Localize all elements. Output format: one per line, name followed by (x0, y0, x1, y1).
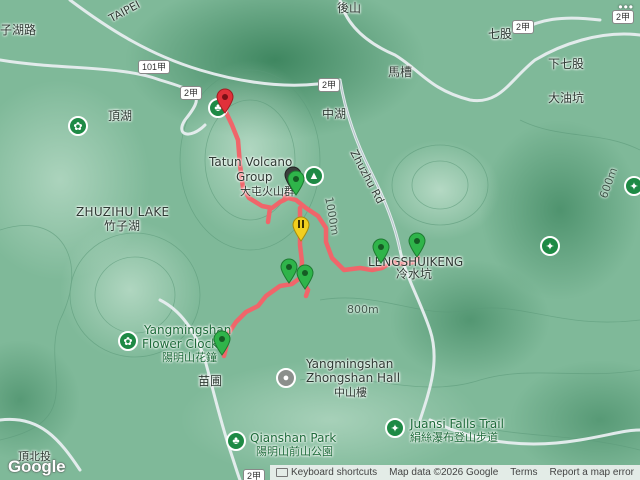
hiker-icon[interactable]: ✦ (540, 236, 560, 256)
tree-icon[interactable]: ♣ (226, 431, 246, 451)
label-macao: 馬槽 (388, 65, 413, 79)
map-data-attribution: Map data ©2026 Google (389, 467, 499, 478)
report-error-link[interactable]: Report a map error (544, 467, 640, 478)
label-miaopu: 苗圃 (198, 374, 223, 388)
label-juansi-falls: Juansi Falls Trail (410, 417, 504, 431)
park-flower-icon[interactable]: ✿ (68, 116, 88, 136)
hiking-route-spur-1 (265, 205, 273, 225)
route-shield-2a-south: 2甲 (243, 469, 266, 480)
route-shield-2a-west: 2甲 (180, 86, 203, 100)
label-qigu: 七股 (488, 27, 513, 41)
route-shield-2a-center: 2甲 (318, 78, 341, 92)
landmark-icon[interactable]: ● (276, 368, 296, 388)
map-footer: Keyboard shortcuts Map data ©2026 Google… (269, 465, 640, 480)
label-dayoukeng: 大油坑 (548, 91, 585, 105)
label-tatun-volcano-2: Group (236, 170, 273, 184)
menu-dots[interactable]: ••• (618, 0, 634, 14)
label-lengshuikeng-zh: 冷水坑 (396, 267, 433, 281)
route-shield-101a: 101甲 (138, 60, 171, 74)
waypoint-pin-green[interactable] (287, 170, 305, 196)
warning-pin-yellow[interactable] (292, 216, 310, 242)
waypoint-pin-green[interactable] (372, 238, 390, 264)
label-dinghu: 頂湖 (108, 109, 133, 123)
waypoint-pin-green[interactable] (296, 264, 314, 290)
mountain-park-icon[interactable]: ▲ (304, 166, 324, 186)
keyboard-shortcuts-link[interactable]: Keyboard shortcuts (270, 467, 383, 478)
google-logo: Google (8, 457, 66, 476)
hiker-icon[interactable]: ✦ (385, 418, 405, 438)
map-viewport[interactable]: 101甲 2甲 2甲 2甲 2甲 2甲 子湖路 TAIPEI 後山 七股 下七股… (0, 0, 640, 480)
terms-link[interactable]: Terms (504, 467, 543, 478)
label-contour-800: 800m (347, 303, 379, 316)
label-tatun-volcano-1: Tatun Volcano (209, 155, 293, 169)
label-zhuzihu-zh: 竹子湖 (104, 219, 141, 233)
route-shield-2a-northeast: 2甲 (512, 20, 535, 34)
label-xiaqigu: 下七股 (548, 57, 585, 71)
label-zhongshan-hall-2: Zhongshan Hall (306, 371, 401, 385)
waypoint-pin-green[interactable] (213, 330, 231, 356)
label-zihu-road: 子湖路 (0, 23, 37, 37)
label-flower-clock-zh: 陽明山花鐘 (162, 351, 217, 364)
label-qianshan-park: Qianshan Park (250, 431, 337, 445)
label-zhonghu: 中湖 (322, 107, 347, 121)
label-zhongshan-hall-zh: 中山樓 (334, 386, 367, 399)
park-flower-icon[interactable]: ✿ (118, 331, 138, 351)
label-flower-clock-2: Flower Clock (142, 337, 219, 351)
waypoint-pin-green[interactable] (408, 232, 426, 258)
keyboard-icon (275, 467, 288, 477)
label-qianshan-park-zh: 陽明山前山公園 (256, 445, 333, 458)
hiker-icon[interactable]: ✦ (624, 176, 640, 196)
label-houshan: 後山 (337, 1, 362, 15)
label-zhongshan-hall-1: Yangmingshan (306, 357, 394, 371)
start-pin-red[interactable] (216, 88, 234, 114)
label-zhuzihu-lake: ZHUZIHU LAKE (76, 205, 170, 219)
label-juansi-falls-zh: 絹絲瀑布登山步道 (410, 431, 498, 444)
